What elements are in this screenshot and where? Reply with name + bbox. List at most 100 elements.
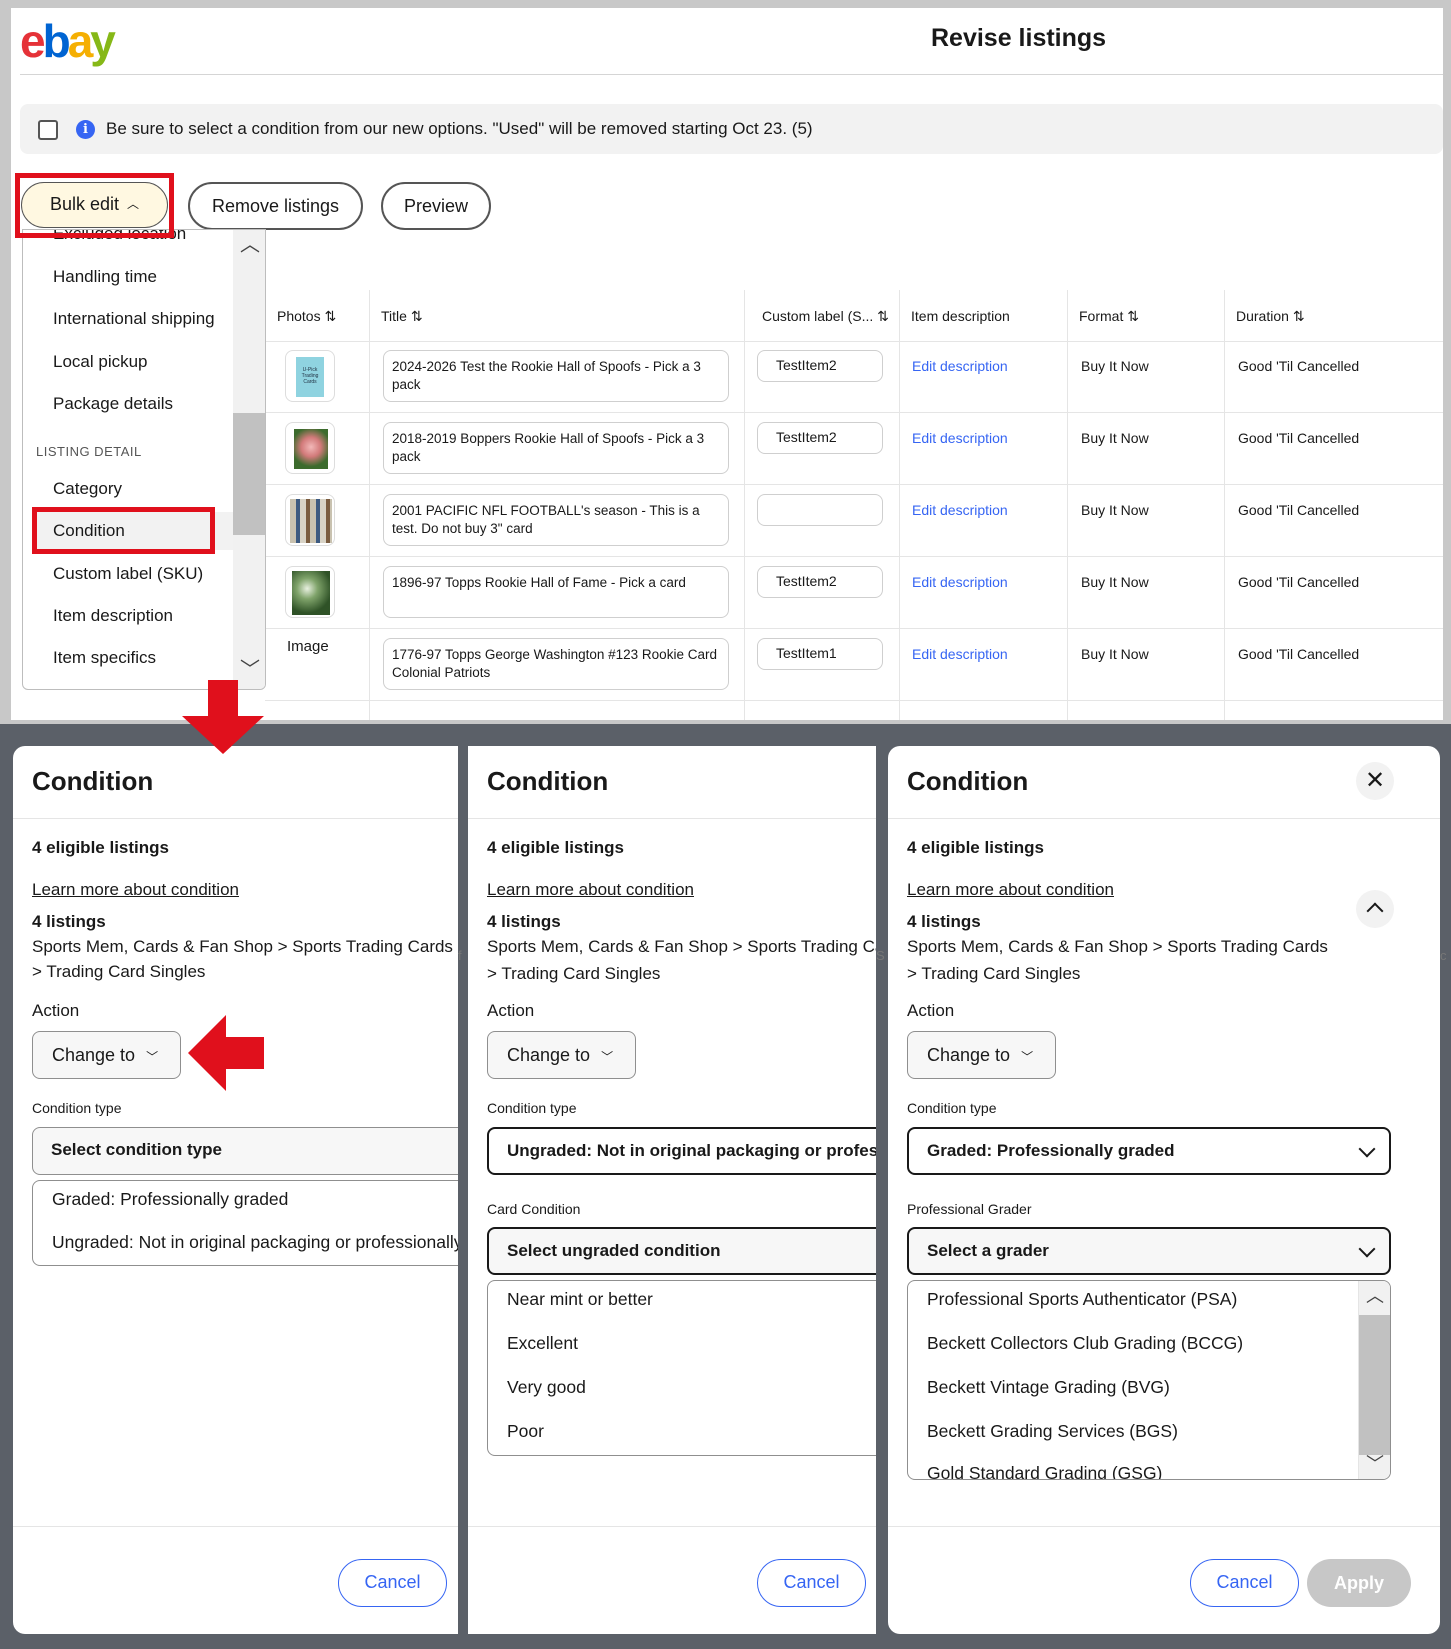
listing-photo[interactable]: U-Pick Trading Cards <box>285 350 335 402</box>
dialog-title: Condition <box>32 766 154 796</box>
chevron-up-icon[interactable]: ︿ <box>233 230 265 260</box>
action-dropdown[interactable]: Change to ﹀ <box>907 1031 1056 1079</box>
menu-item-package-details[interactable]: Package details <box>53 394 173 414</box>
card-condition-label: Card Condition <box>487 1201 581 1217</box>
grader-scrollbar[interactable]: ︿ ﹀ <box>1358 1281 1390 1479</box>
option-bccg[interactable]: Beckett Collectors Club Grading (BCCG) <box>927 1333 1243 1354</box>
edit-description-link[interactable]: Edit description <box>912 358 1008 374</box>
scroll-thumb[interactable] <box>233 413 265 535</box>
listing-photo[interactable] <box>285 422 335 474</box>
action-dropdown[interactable]: Change to ﹀ <box>487 1031 636 1079</box>
option-excellent[interactable]: Excellent <box>507 1333 578 1354</box>
title-input[interactable]: 2024-2026 Test the Rookie Hall of Spoofs… <box>383 350 729 402</box>
chevron-down-icon: ﹀ <box>1021 1050 1034 1064</box>
column-header-title[interactable]: Title ⇅ <box>369 290 744 342</box>
action-label: Action <box>907 1001 955 1020</box>
chevron-up-icon[interactable]: ︿ <box>1359 1281 1390 1311</box>
condition-type-select[interactable]: Graded: Professionally graded <box>907 1127 1391 1175</box>
close-icon[interactable]: ✕ <box>1356 762 1394 800</box>
card-condition-select[interactable]: Select ungraded condition <box>487 1227 876 1275</box>
option-very-good[interactable]: Very good <box>507 1377 586 1398</box>
menu-item-local-pickup[interactable]: Local pickup <box>53 352 148 372</box>
menu-scrollbar[interactable]: ︿ ﹀ <box>233 230 265 689</box>
duration-value: Good 'Til Cancelled <box>1238 430 1360 446</box>
title-input[interactable]: 2001 PACIFIC NFL FOOTBALL's season - Thi… <box>383 494 729 546</box>
cancel-button[interactable]: Cancel <box>1190 1559 1299 1607</box>
learn-more-link[interactable]: Learn more about condition <box>487 880 694 900</box>
format-value: Buy It Now <box>1081 574 1149 590</box>
menu-item-item-description[interactable]: Item description <box>53 606 173 626</box>
revise-listings-page: ebay Revise listings i Be sure to select… <box>11 8 1443 720</box>
listing-photo[interactable] <box>285 494 335 546</box>
condition-type-label: Condition type <box>487 1100 577 1116</box>
custom-label-input[interactable] <box>757 494 883 526</box>
title-input[interactable]: 2018-2019 Boppers Rookie Hall of Spoofs … <box>383 422 729 474</box>
column-header-photos[interactable]: Photos ⇅ <box>265 290 369 342</box>
scroll-thumb[interactable] <box>1359 1315 1390 1455</box>
title-input[interactable]: 1776-97 Topps George Washington #123 Roo… <box>383 638 729 690</box>
learn-more-link[interactable]: Learn more about condition <box>907 880 1114 900</box>
option-gsg[interactable]: Gold Standard Grading (GSG) <box>927 1463 1162 1479</box>
table-row: 2018-2019 Boppers Rookie Hall of Spoofs … <box>265 414 1443 485</box>
column-header-custom-label[interactable]: Custom label (S... ⇅ <box>744 290 899 342</box>
apply-button[interactable]: Apply <box>1307 1559 1411 1607</box>
chevron-down-icon: ﹀ <box>601 1050 614 1064</box>
listing-photo[interactable]: Image <box>285 632 335 684</box>
ebay-logo[interactable]: ebay <box>20 14 116 68</box>
notice-checkbox[interactable] <box>38 120 58 140</box>
custom-label-input[interactable]: TestItem1 <box>757 638 883 670</box>
custom-label-input[interactable]: TestItem2 <box>757 350 883 382</box>
remove-listings-button[interactable]: Remove listings <box>188 182 363 230</box>
edit-description-link[interactable]: Edit description <box>912 646 1008 662</box>
menu-item-condition[interactable]: Condition <box>35 512 233 550</box>
cancel-button[interactable]: Cancel <box>338 1559 447 1607</box>
column-header-duration[interactable]: Duration ⇅ <box>1224 290 1443 342</box>
preview-button[interactable]: Preview <box>381 182 491 230</box>
menu-item-excluded-location[interactable]: Excluded location <box>53 230 186 244</box>
category-path-2: > Trading Card Singles <box>487 964 661 983</box>
column-header-format[interactable]: Format ⇅ <box>1067 290 1224 342</box>
option-bvg[interactable]: Beckett Vintage Grading (BVG) <box>927 1377 1170 1398</box>
listing-photo[interactable] <box>285 566 335 618</box>
option-poor[interactable]: Poor <box>507 1421 544 1442</box>
duration-value: Good 'Til Cancelled <box>1238 358 1360 374</box>
menu-item-international-shipping[interactable]: International shipping <box>53 309 215 329</box>
menu-item-category[interactable]: Category <box>53 479 122 499</box>
chevron-down-icon <box>1358 1240 1376 1258</box>
duration-value: Good 'Til Cancelled <box>1238 574 1360 590</box>
category-path: Sports Mem, Cards & Fan Shop > Sports Tr… <box>487 937 876 956</box>
menu-section-listing-detail: LISTING DETAIL <box>36 444 142 459</box>
learn-more-link[interactable]: Learn more about condition <box>32 880 239 900</box>
edit-description-link[interactable]: Edit description <box>912 430 1008 446</box>
menu-item-handling-time[interactable]: Handling time <box>53 267 157 287</box>
menu-item-item-specifics[interactable]: Item specifics <box>53 648 156 668</box>
custom-label-input[interactable]: TestItem2 <box>757 566 883 598</box>
chevron-down-icon[interactable]: ﹀ <box>1359 1449 1390 1479</box>
bulk-edit-button[interactable]: Bulk edit ︿ <box>21 182 168 228</box>
info-icon: i <box>76 120 95 139</box>
edit-description-link[interactable]: Edit description <box>912 502 1008 518</box>
custom-label-input[interactable]: TestItem2 <box>757 422 883 454</box>
collapse-chevron-up-icon[interactable] <box>1356 890 1394 928</box>
option-ungraded[interactable]: Ungraded: Not in original packaging or p… <box>52 1232 458 1253</box>
edit-description-link[interactable]: Edit description <box>912 574 1008 590</box>
table-row: U-Pick Trading Cards 2024-2026 Test the … <box>265 342 1443 413</box>
condition-type-select[interactable]: Select condition type <box>32 1127 458 1175</box>
condition-dialog-step-3: Condition ✕ 4 eligible listings Learn mo… <box>888 746 1440 1634</box>
option-near-mint[interactable]: Near mint or better <box>507 1289 653 1310</box>
menu-item-custom-label[interactable]: Custom label (SKU) <box>53 564 203 584</box>
grader-select[interactable]: Select a grader <box>907 1227 1391 1275</box>
title-input[interactable]: 1896-97 Topps Rookie Hall of Fame - Pick… <box>383 566 729 618</box>
bulk-edit-label: Bulk edit <box>49 194 120 214</box>
option-bgs[interactable]: Beckett Grading Services (BGS) <box>927 1421 1178 1442</box>
option-psa[interactable]: Professional Sports Authenticator (PSA) <box>927 1289 1237 1310</box>
action-label: Action <box>32 1001 80 1020</box>
sort-icon: ⇅ <box>1292 308 1305 324</box>
condition-type-options: Graded: Professionally graded Ungraded: … <box>32 1180 458 1266</box>
condition-type-select[interactable]: Ungraded: Not in original packaging or p… <box>487 1127 876 1175</box>
action-dropdown[interactable]: Change to ﹀ <box>32 1031 181 1079</box>
option-graded[interactable]: Graded: Professionally graded <box>52 1189 288 1210</box>
listings-count: 4 listings <box>487 912 561 931</box>
cancel-button[interactable]: Cancel <box>757 1559 866 1607</box>
top-screenshot: ebay Revise listings i Be sure to select… <box>0 0 1451 724</box>
